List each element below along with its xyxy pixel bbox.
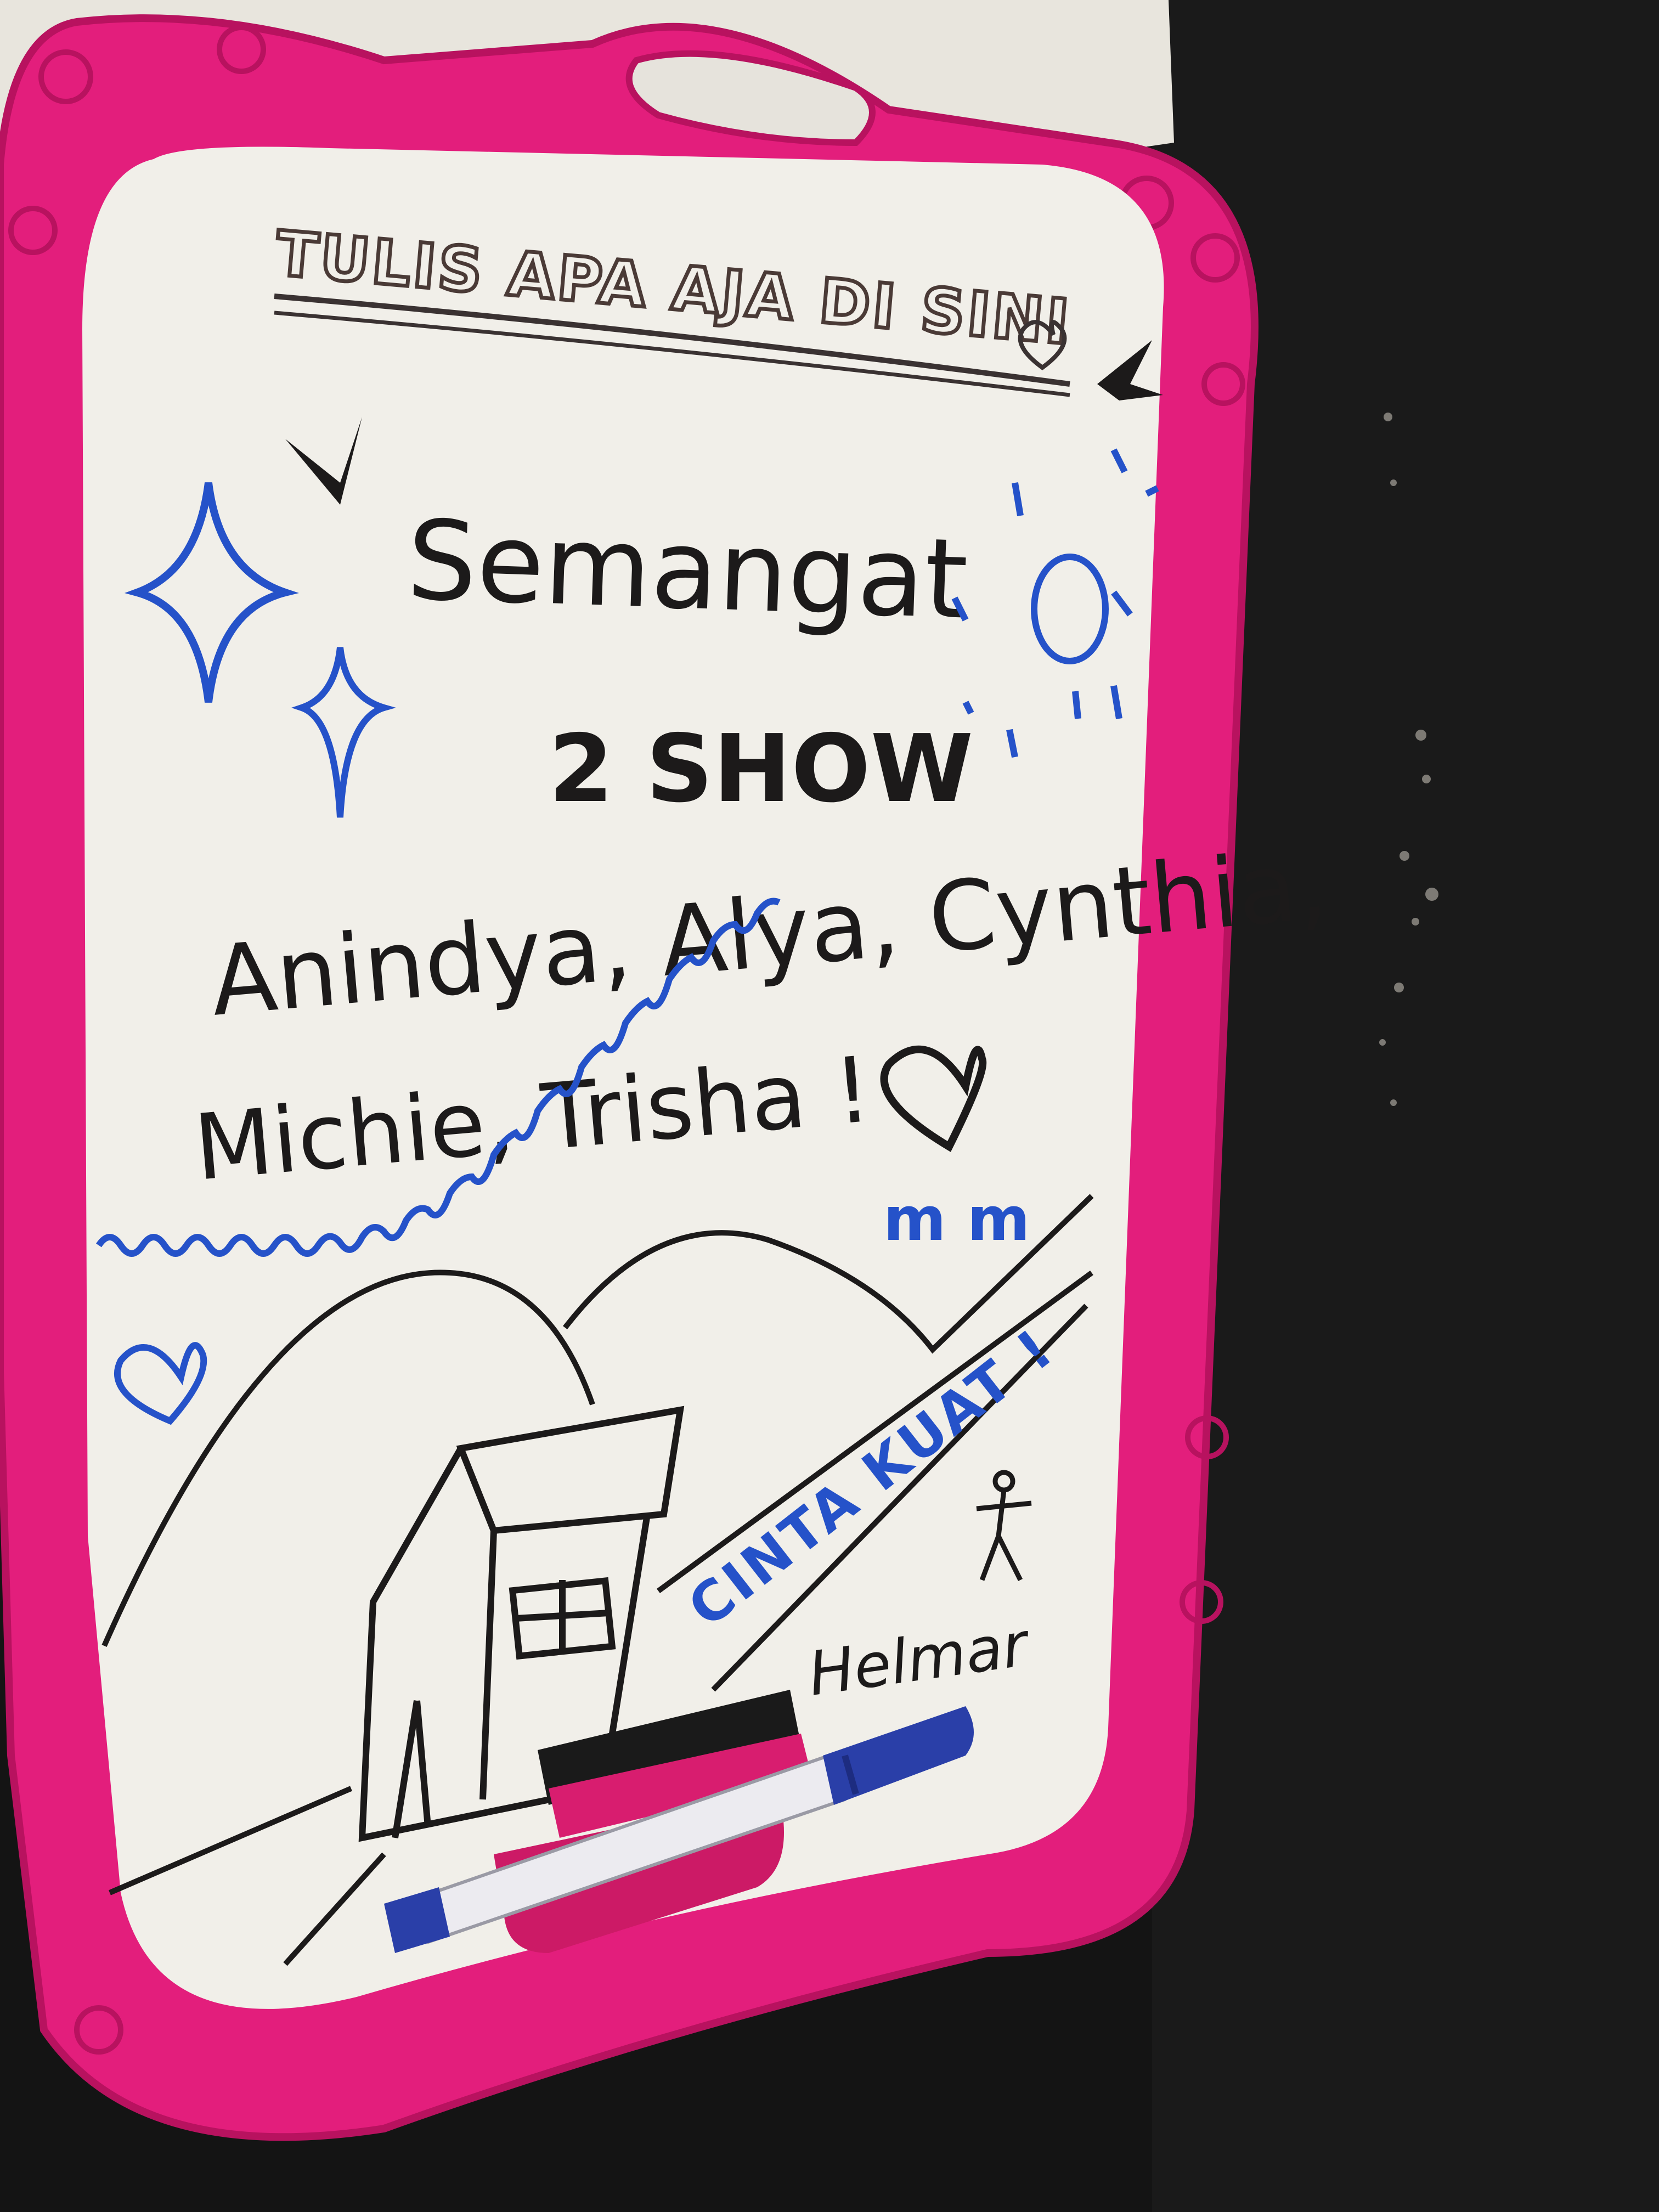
message-line-2: 2 SHOW bbox=[549, 715, 973, 823]
message-line-1: Semangat bbox=[405, 496, 970, 644]
bird-marks: m m bbox=[883, 1184, 1030, 1254]
photo-scene: TULIS APA AJA DI SINI Semangat 2 SHOW An… bbox=[0, 0, 1659, 2212]
